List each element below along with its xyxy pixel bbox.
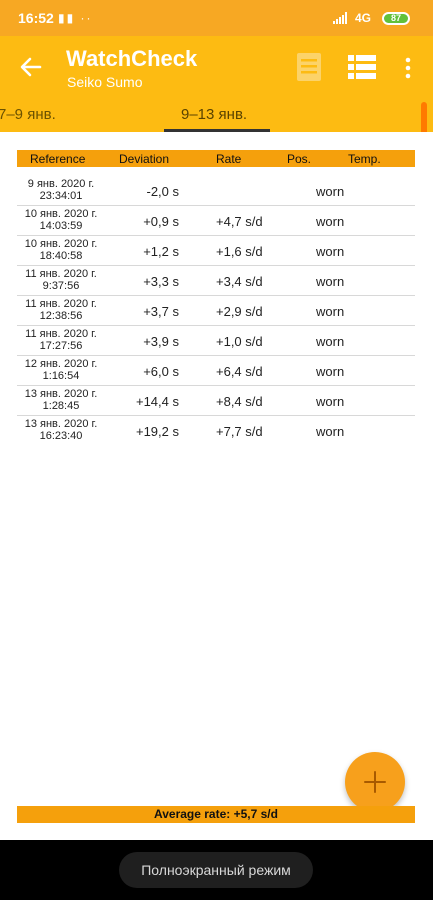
tab-7-9-jan[interactable]: 7–9 янв.: [0, 106, 56, 123]
reference-time: 1:28:45: [42, 400, 80, 412]
reference-time: 18:40:58: [39, 250, 83, 262]
position-cell: worn: [316, 424, 345, 439]
battery-icon: 87: [382, 12, 410, 25]
fullscreen-mode-button[interactable]: Полноэкранный режим: [119, 852, 313, 888]
reference-date: 11 янв. 2020 г.: [25, 268, 97, 280]
reference-time: 17:27:56: [39, 340, 83, 352]
table-row[interactable]: 11 янв. 2020 г. 17:27:56 +3,9 s +1,0 s/d …: [17, 326, 415, 356]
position-cell: worn: [316, 364, 345, 379]
reference-cell: 10 янв. 2020 г. 18:40:58: [17, 238, 105, 262]
position-cell: worn: [316, 334, 345, 349]
reference-cell: 11 янв. 2020 г. 9:37:56: [17, 268, 105, 292]
table-row[interactable]: 11 янв. 2020 г. 12:38:56 +3,7 s +2,9 s/d …: [17, 296, 415, 326]
watch-name: Seiko Sumo: [67, 74, 143, 90]
header-rate: Rate: [216, 152, 242, 166]
table-row[interactable]: 9 янв. 2020 г. 23:34:01 -2,0 s worn: [17, 176, 415, 206]
rate-cell: +8,4 s/d: [216, 394, 263, 409]
reference-date: 11 янв. 2020 г.: [25, 298, 97, 310]
reference-time: 14:03:59: [39, 220, 83, 232]
deviation-cell: +19,2 s: [135, 424, 179, 439]
deviation-cell: +14,4 s: [135, 394, 179, 409]
position-cell: worn: [316, 214, 345, 229]
header-deviation: Deviation: [119, 152, 170, 166]
reference-date: 10 янв. 2020 г.: [24, 208, 98, 220]
reference-time: 23:34:01: [39, 190, 83, 202]
add-measurement-button[interactable]: [345, 752, 405, 812]
rate-cell: +7,7 s/d: [216, 424, 263, 439]
reference-time: 12:38:56: [39, 310, 83, 322]
position-cell: worn: [316, 244, 345, 259]
reference-date: 10 янв. 2020 г.: [24, 238, 98, 250]
table-row[interactable]: 12 янв. 2020 г. 1:16:54 +6,0 s +6,4 s/d w…: [17, 356, 415, 386]
reference-cell: 13 янв. 2020 г. 1:28:45: [17, 388, 105, 412]
position-cell: worn: [316, 304, 345, 319]
notification-icons: ▮▮ ··: [58, 11, 93, 25]
reference-cell: 11 янв. 2020 г. 12:38:56: [17, 298, 105, 322]
header-reference: Reference: [30, 152, 86, 166]
period-tabs: 7–9 янв. 9–13 янв.: [0, 98, 433, 132]
status-time: 16:52: [18, 10, 54, 26]
list-icon[interactable]: [348, 54, 376, 80]
position-cell: worn: [316, 274, 345, 289]
reference-date: 13 янв. 2020 г.: [24, 418, 98, 430]
table-row[interactable]: 10 янв. 2020 г. 14:03:59 +0,9 s +4,7 s/d …: [17, 206, 415, 236]
reference-date: 13 янв. 2020 г.: [24, 388, 98, 400]
position-cell: worn: [316, 394, 345, 409]
measurements-list: 9 янв. 2020 г. 23:34:01 -2,0 s worn 10 ян…: [17, 176, 415, 446]
position-cell: worn: [316, 184, 345, 199]
reference-cell: 9 янв. 2020 г. 23:34:01: [17, 178, 105, 202]
signal-icon: [333, 12, 347, 24]
arrow-left-icon[interactable]: [18, 54, 44, 80]
deviation-cell: +1,2 s: [143, 244, 179, 259]
reference-time: 16:23:40: [39, 430, 83, 442]
reference-cell: 11 янв. 2020 г. 17:27:56: [17, 328, 105, 352]
deviation-cell: +3,7 s: [143, 304, 179, 319]
rate-cell: +2,9 s/d: [216, 304, 263, 319]
app-bar: WatchCheck Seiko Sumo: [0, 36, 433, 98]
reference-time: 1:16:54: [42, 370, 80, 382]
status-bar: 16:52 ▮▮ ·· 4G 87: [0, 0, 433, 36]
reference-date: 11 янв. 2020 г.: [25, 328, 97, 340]
rate-cell: +1,0 s/d: [216, 334, 263, 349]
rate-cell: +6,4 s/d: [216, 364, 263, 379]
table-row[interactable]: 13 янв. 2020 г. 16:23:40 +19,2 s +7,7 s/d…: [17, 416, 415, 446]
reference-cell: 12 янв. 2020 г. 1:16:54: [17, 358, 105, 382]
reference-date: 12 янв. 2020 г.: [24, 358, 98, 370]
network-type: 4G: [355, 11, 372, 25]
reference-cell: 10 янв. 2020 г. 14:03:59: [17, 208, 105, 232]
deviation-cell: +6,0 s: [143, 364, 179, 379]
deviation-cell: +3,9 s: [143, 334, 179, 349]
header-temp: Temp.: [348, 152, 381, 166]
reference-date: 9 янв. 2020 г.: [27, 178, 95, 190]
table-row[interactable]: 13 янв. 2020 г. 1:28:45 +14,4 s +8,4 s/d …: [17, 386, 415, 416]
header-pos: Pos.: [287, 152, 312, 166]
system-nav-bar: Полноэкранный режим: [0, 840, 433, 900]
tab-9-13-jan[interactable]: 9–13 янв.: [181, 106, 247, 123]
plus-icon: [364, 771, 386, 793]
deviation-cell: +3,3 s: [143, 274, 179, 289]
app-title: WatchCheck: [66, 46, 198, 71]
reference-time: 9:37:56: [42, 280, 80, 292]
average-rate-bar: Average rate: +5,7 s/d: [17, 806, 415, 823]
table-header: Reference Deviation Rate Pos. Temp.: [17, 150, 415, 167]
reference-cell: 13 янв. 2020 г. 16:23:40: [17, 418, 105, 442]
table-row[interactable]: 11 янв. 2020 г. 9:37:56 +3,3 s +3,4 s/d w…: [17, 266, 415, 296]
document-icon[interactable]: [295, 52, 323, 82]
battery-level: 87: [390, 13, 401, 23]
rate-cell: +4,7 s/d: [216, 214, 263, 229]
table-row[interactable]: 10 янв. 2020 г. 18:40:58 +1,2 s +1,6 s/d …: [17, 236, 415, 266]
deviation-cell: -2,0 s: [146, 184, 179, 199]
rate-cell: +1,6 s/d: [216, 244, 263, 259]
more-vert-icon[interactable]: [400, 56, 416, 80]
rate-cell: +3,4 s/d: [216, 274, 263, 289]
deviation-cell: +0,9 s: [143, 214, 179, 229]
